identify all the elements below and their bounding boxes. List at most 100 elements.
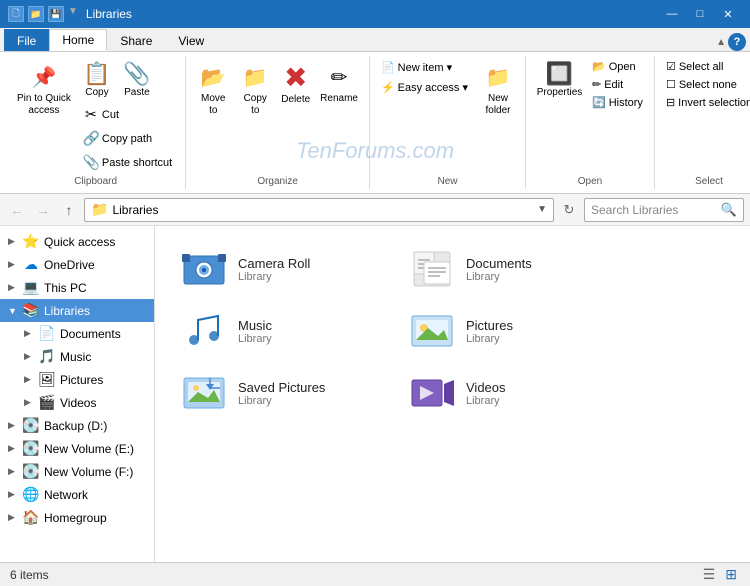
- pin-icon: 📌: [28, 61, 60, 93]
- new-item-icon: 📄: [381, 61, 395, 74]
- library-item-camera-roll[interactable]: Camera Roll Library: [171, 242, 391, 296]
- invert-selection-button[interactable]: ⊟ Invert selection: [661, 94, 750, 111]
- address-path[interactable]: 📁 Libraries ▼: [84, 198, 554, 222]
- quick-access-chevron: ▶: [8, 236, 18, 247]
- easy-access-button[interactable]: ⚡ Easy access ▾: [376, 78, 473, 97]
- select-none-button[interactable]: ☐ Select none: [661, 76, 750, 93]
- pictures-lib-icon: [408, 311, 456, 351]
- rename-button[interactable]: ✏ Rename: [315, 58, 363, 108]
- select-col: ☑ Select all ☐ Select none ⊟ Invert sele…: [661, 58, 750, 111]
- sidebar-item-this-pc[interactable]: ▶ 💻 This PC: [0, 276, 154, 299]
- paste-shortcut-icon: 📎: [83, 154, 99, 171]
- library-item-documents[interactable]: Documents Library: [399, 242, 619, 296]
- open-button[interactable]: 📂 Open: [587, 58, 648, 75]
- open-icon: 📂: [592, 60, 606, 73]
- pictures-lib-info: Pictures Library: [466, 318, 513, 345]
- ribbon-group-new: 📄 New item ▾ ⚡ Easy access ▾ 📁 Newfolder…: [370, 56, 526, 189]
- ribbon-collapse-button[interactable]: ▲: [714, 35, 728, 50]
- titlebar-dropdown[interactable]: ▼: [68, 6, 78, 22]
- refresh-button[interactable]: ↻: [558, 199, 580, 221]
- volume-e-icon: 💽: [22, 440, 40, 457]
- sidebar-item-onedrive[interactable]: ▶ ☁ OneDrive: [0, 253, 154, 276]
- paste-shortcut-button[interactable]: 📎 Paste shortcut: [78, 151, 177, 174]
- sidebar-item-volume-e[interactable]: ▶ 💽 New Volume (E:): [0, 437, 154, 460]
- search-icon[interactable]: 🔍: [721, 202, 737, 218]
- address-dropdown-icon[interactable]: ▼: [537, 204, 547, 215]
- copy-button[interactable]: 📋 Copy: [78, 58, 116, 101]
- sidebar-item-backup[interactable]: ▶ 💽 Backup (D:): [0, 414, 154, 437]
- address-path-text: Libraries: [112, 203, 158, 217]
- sidebar-item-network[interactable]: ▶ 🌐 Network: [0, 483, 154, 506]
- title-controls: — □ ✕: [658, 0, 742, 28]
- sidebar-item-quick-access[interactable]: ▶ ⭐ Quick access: [0, 230, 154, 253]
- network-label: Network: [44, 488, 88, 502]
- library-item-music[interactable]: Music Library: [171, 304, 391, 358]
- tab-file[interactable]: File: [4, 29, 49, 51]
- new-item-label: New item ▾: [398, 61, 452, 74]
- history-label: History: [609, 97, 643, 109]
- up-button[interactable]: ↑: [58, 199, 80, 221]
- titlebar-icon-1[interactable]: 🗋: [8, 6, 24, 22]
- titlebar-quick-access: 🗋 📁 💾 ▼: [8, 6, 78, 22]
- help-button[interactable]: ?: [728, 33, 746, 51]
- open-content: 🔲 Properties 📂 Open ✏ Edit 🔄 History: [532, 56, 648, 176]
- titlebar-icon-3[interactable]: 💾: [48, 6, 64, 22]
- titlebar-icon-2[interactable]: 📁: [28, 6, 44, 22]
- videos-lib-icon: [408, 373, 456, 413]
- open-label: Open: [532, 176, 648, 189]
- select-all-icon: ☑: [666, 60, 676, 73]
- paste-button[interactable]: 📎 Paste: [118, 58, 156, 101]
- sidebar-item-documents[interactable]: ▶ 📄 Documents: [0, 322, 154, 345]
- ribbon-group-clipboard: 📌 Pin to Quickaccess 📋 Copy 📎 Paste: [6, 56, 186, 189]
- cut-button[interactable]: ✂ Cut: [78, 103, 177, 126]
- select-none-label: Select none: [679, 79, 737, 91]
- tab-share[interactable]: Share: [107, 29, 165, 51]
- minimize-button[interactable]: —: [658, 0, 686, 28]
- videos-lib-type: Library: [466, 395, 506, 407]
- address-folder-icon: 📁: [91, 201, 108, 218]
- music-icon: 🎵: [38, 348, 56, 365]
- organize-content: 📂 Moveto 📁 Copyto ✖ Delete ✏ Rename: [192, 56, 363, 176]
- history-button[interactable]: 🔄 History: [587, 94, 648, 111]
- tab-view[interactable]: View: [165, 29, 217, 51]
- library-item-videos[interactable]: Videos Library: [399, 366, 619, 420]
- library-item-saved-pictures[interactable]: Saved Pictures Library: [171, 366, 391, 420]
- properties-label: Properties: [537, 87, 583, 98]
- menu-tabs: File Home Share View ▲ ?: [0, 28, 750, 52]
- new-label: New: [376, 176, 519, 189]
- sidebar-item-music[interactable]: ▶ 🎵 Music: [0, 345, 154, 368]
- tab-home[interactable]: Home: [49, 29, 107, 51]
- pin-to-quick-access-button[interactable]: 📌 Pin to Quickaccess: [12, 58, 76, 120]
- search-box[interactable]: Search Libraries 🔍: [584, 198, 744, 222]
- sidebar-item-volume-f[interactable]: ▶ 💽 New Volume (F:): [0, 460, 154, 483]
- pin-label: Pin to Quickaccess: [17, 93, 71, 117]
- music-label: Music: [60, 350, 91, 364]
- copy-path-button[interactable]: 🔗 Copy path: [78, 127, 177, 150]
- back-button[interactable]: ←: [6, 199, 28, 221]
- copy-to-button[interactable]: 📁 Copyto: [234, 58, 276, 120]
- libraries-icon: 📚: [22, 302, 40, 319]
- sidebar-item-libraries[interactable]: ▼ 📚 Libraries: [0, 299, 154, 322]
- new-item-button[interactable]: 📄 New item ▾: [376, 58, 473, 77]
- title-bar: 🗋 📁 💾 ▼ Libraries — □ ✕: [0, 0, 750, 28]
- move-to-button[interactable]: 📂 Moveto: [192, 58, 234, 120]
- edit-button[interactable]: ✏ Edit: [587, 76, 648, 93]
- maximize-button[interactable]: □: [686, 0, 714, 28]
- library-item-pictures[interactable]: Pictures Library: [399, 304, 619, 358]
- sidebar-item-pictures[interactable]: ▶ 🖼 Pictures: [0, 368, 154, 391]
- music-lib-info: Music Library: [238, 318, 272, 345]
- clipboard-label: Clipboard: [12, 176, 179, 189]
- move-to-icon: 📂: [197, 61, 229, 93]
- large-icons-view-button[interactable]: ⊞: [722, 566, 740, 583]
- easy-access-label: Easy access ▾: [398, 81, 468, 94]
- select-all-button[interactable]: ☑ Select all: [661, 58, 750, 75]
- properties-button[interactable]: 🔲 Properties: [532, 58, 587, 101]
- details-view-button[interactable]: ☰: [700, 566, 719, 583]
- forward-button[interactable]: →: [32, 199, 54, 221]
- volume-e-label: New Volume (E:): [44, 442, 134, 456]
- sidebar-item-videos[interactable]: ▶ 🎬 Videos: [0, 391, 154, 414]
- new-folder-button[interactable]: 📁 Newfolder: [477, 58, 519, 120]
- volume-e-chevron: ▶: [8, 443, 18, 454]
- delete-button[interactable]: ✖ Delete: [276, 58, 315, 108]
- close-button[interactable]: ✕: [714, 0, 742, 28]
